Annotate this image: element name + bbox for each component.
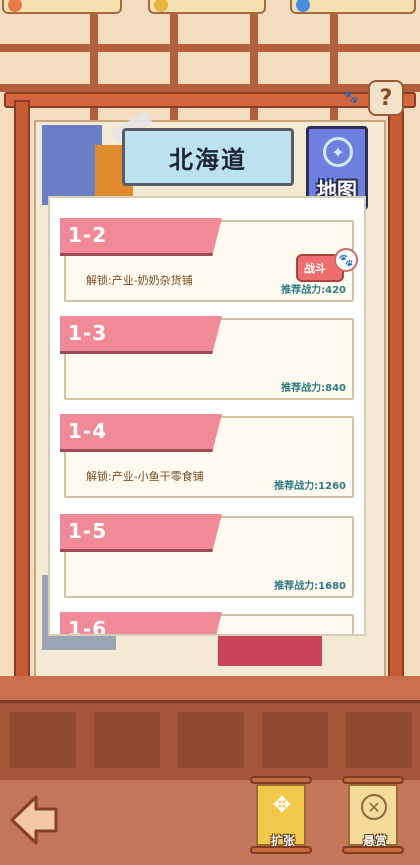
stage-number: 1-4 [68, 419, 108, 443]
frame-post-left [14, 100, 30, 680]
recommended-power: 推荐战力:1680 [274, 581, 346, 592]
region-title-text: 北海道 [169, 145, 247, 174]
paw-icon: 🐾 [343, 90, 359, 104]
star-icon [8, 0, 22, 12]
resource-slot [2, 0, 122, 14]
stage-list[interactable]: 1-2 解锁:产业-奶奶杂货铺 战斗 🐾 推荐战力:420 1-3 推荐战力:8… [48, 196, 366, 636]
recommended-power: 推荐战力:840 [281, 383, 346, 394]
stage-card[interactable]: 1-3 推荐战力:840 [60, 316, 354, 400]
stage-tab: 1-3 [60, 316, 222, 354]
unlock-text: 解锁:产业-小鱼干零食铺 [86, 470, 204, 483]
stage-card[interactable]: 1-5 推荐战力:1680 [60, 514, 354, 598]
shoji-rail [0, 44, 420, 52]
frame-post-right [388, 100, 404, 680]
scroll-paper: ✕ 悬赏 [348, 784, 398, 848]
resource-bar [0, 0, 420, 18]
coin-icon [154, 0, 168, 12]
recommended-power: 推荐战力:420 [281, 285, 346, 296]
stage-tab: 1-6 [60, 612, 222, 636]
recommended-power: 推荐战力:1260 [274, 481, 346, 492]
map-icon: ✦ [323, 137, 353, 167]
fight-label: 战斗 [304, 262, 326, 275]
help-label: ? [379, 85, 393, 111]
stage-tab: 1-4 [60, 414, 222, 452]
stage-number: 1-5 [68, 519, 108, 543]
stage-number: 1-2 [68, 223, 108, 247]
back-button[interactable] [8, 793, 60, 847]
scroll-rod [342, 776, 404, 784]
resource-slot [290, 0, 416, 14]
floor-panel [346, 712, 412, 768]
back-arrow-icon [10, 795, 58, 845]
expand-button[interactable]: ✥ 扩张 [250, 776, 312, 860]
floor-panel [262, 712, 328, 768]
floor-panel [94, 712, 160, 768]
stage-tab: 1-5 [60, 514, 222, 552]
stage-number: 1-3 [68, 321, 108, 345]
scroll-rod [250, 846, 312, 854]
scroll-rod [250, 776, 312, 784]
floor-panel [10, 712, 76, 768]
stage-card[interactable]: 1-4 解锁:产业-小鱼干零食铺 推荐战力:1260 [60, 414, 354, 498]
expand-icon: ✥ [272, 793, 292, 818]
scroll-paper: ✥ 扩张 [256, 784, 306, 848]
scroll-rod [342, 846, 404, 854]
resource-slot [148, 0, 266, 14]
stage-card[interactable]: 1-2 解锁:产业-奶奶杂货铺 战斗 🐾 推荐战力:420 [60, 218, 358, 302]
stage-card[interactable]: 1-6 [60, 612, 354, 634]
paper-decoration [42, 125, 102, 205]
floor-ledge [0, 676, 420, 702]
bounty-icon: ✕ [361, 794, 387, 820]
gem-icon [296, 0, 310, 12]
paw-icon: 🐾 [334, 248, 358, 272]
bounty-button[interactable]: ✕ 悬赏 [342, 776, 404, 860]
unlock-text: 解锁:产业-奶奶杂货铺 [86, 274, 193, 287]
stage-tab: 1-2 [60, 218, 222, 256]
region-title: 北海道 [122, 128, 294, 186]
stage-number: 1-6 [68, 617, 108, 636]
help-button[interactable]: ? [368, 80, 404, 116]
floor-panel [178, 712, 244, 768]
